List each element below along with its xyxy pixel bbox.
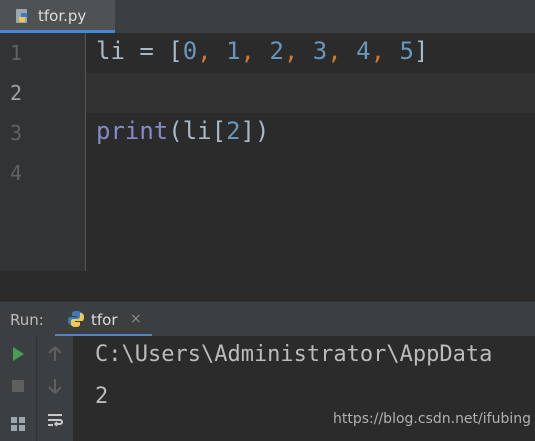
- soft-wrap-icon[interactable]: [45, 410, 65, 430]
- identifier: li: [182, 117, 212, 145]
- number-literal: 3: [312, 37, 328, 65]
- line-number-gutter: 1 2 3 4: [0, 33, 86, 271]
- number-literal: 1: [226, 37, 241, 65]
- comma: ,: [370, 37, 400, 65]
- code-line-3: print(li[2]): [96, 117, 269, 145]
- close-icon[interactable]: ×: [130, 311, 142, 327]
- python-icon: [67, 310, 85, 332]
- arrow-down-icon[interactable]: [45, 376, 65, 396]
- editor-tab-tfor-py[interactable]: tfor.py: [0, 0, 115, 33]
- console-output-line: 2: [95, 384, 109, 409]
- line-number: 4: [10, 161, 23, 185]
- run-label: Run:: [10, 311, 44, 329]
- identifier: li: [96, 37, 125, 65]
- run-toolbar-left: [0, 336, 37, 441]
- bracket: [: [168, 37, 183, 65]
- run-tab-tfor[interactable]: tfor ×: [55, 302, 152, 337]
- editor-tab-label: tfor.py: [38, 7, 87, 25]
- builtin-function: print: [96, 117, 169, 145]
- bracket: ]: [413, 37, 429, 65]
- run-tab-label: tfor: [91, 311, 118, 329]
- paren: (: [168, 117, 183, 145]
- layout-icon[interactable]: [8, 414, 28, 434]
- comma: ,: [197, 37, 227, 65]
- comma: ,: [327, 37, 357, 65]
- number-literal: 4: [356, 37, 371, 65]
- line-number: 1: [10, 41, 23, 65]
- number-literal: 2: [269, 37, 284, 65]
- line-number: 3: [10, 121, 23, 145]
- arrow-up-icon[interactable]: [45, 344, 65, 364]
- editor-tab-bar: tfor.py: [0, 0, 535, 33]
- number-literal: 5: [399, 37, 414, 65]
- console-output-line: C:\Users\Administrator\AppData: [95, 342, 493, 367]
- bracket: ]: [240, 117, 255, 145]
- rerun-play-icon[interactable]: [8, 344, 28, 364]
- run-toolbar-right: [37, 336, 73, 441]
- current-line-highlight: [86, 73, 535, 113]
- python-file-icon: [15, 8, 31, 29]
- number-literal: 2: [226, 117, 241, 145]
- watermark-text: https://blog.csdn.net/ifubing: [333, 411, 531, 427]
- run-tool-window-header: Run: tfor ×: [0, 301, 535, 337]
- line-number-current: 2: [10, 81, 23, 105]
- stop-icon[interactable]: [8, 376, 28, 396]
- number-literal: 0: [182, 37, 198, 65]
- comma: ,: [283, 37, 313, 65]
- code-editor[interactable]: 1 2 3 4 li = [0, 1, 2, 3, 4, 5] print(li…: [0, 33, 535, 271]
- operator: =: [124, 37, 169, 65]
- editor-bottom-area: [0, 271, 535, 301]
- paren: ): [254, 117, 270, 145]
- comma: ,: [240, 37, 270, 65]
- code-line-1: li = [0, 1, 2, 3, 4, 5]: [96, 37, 428, 65]
- bracket: [: [211, 117, 227, 145]
